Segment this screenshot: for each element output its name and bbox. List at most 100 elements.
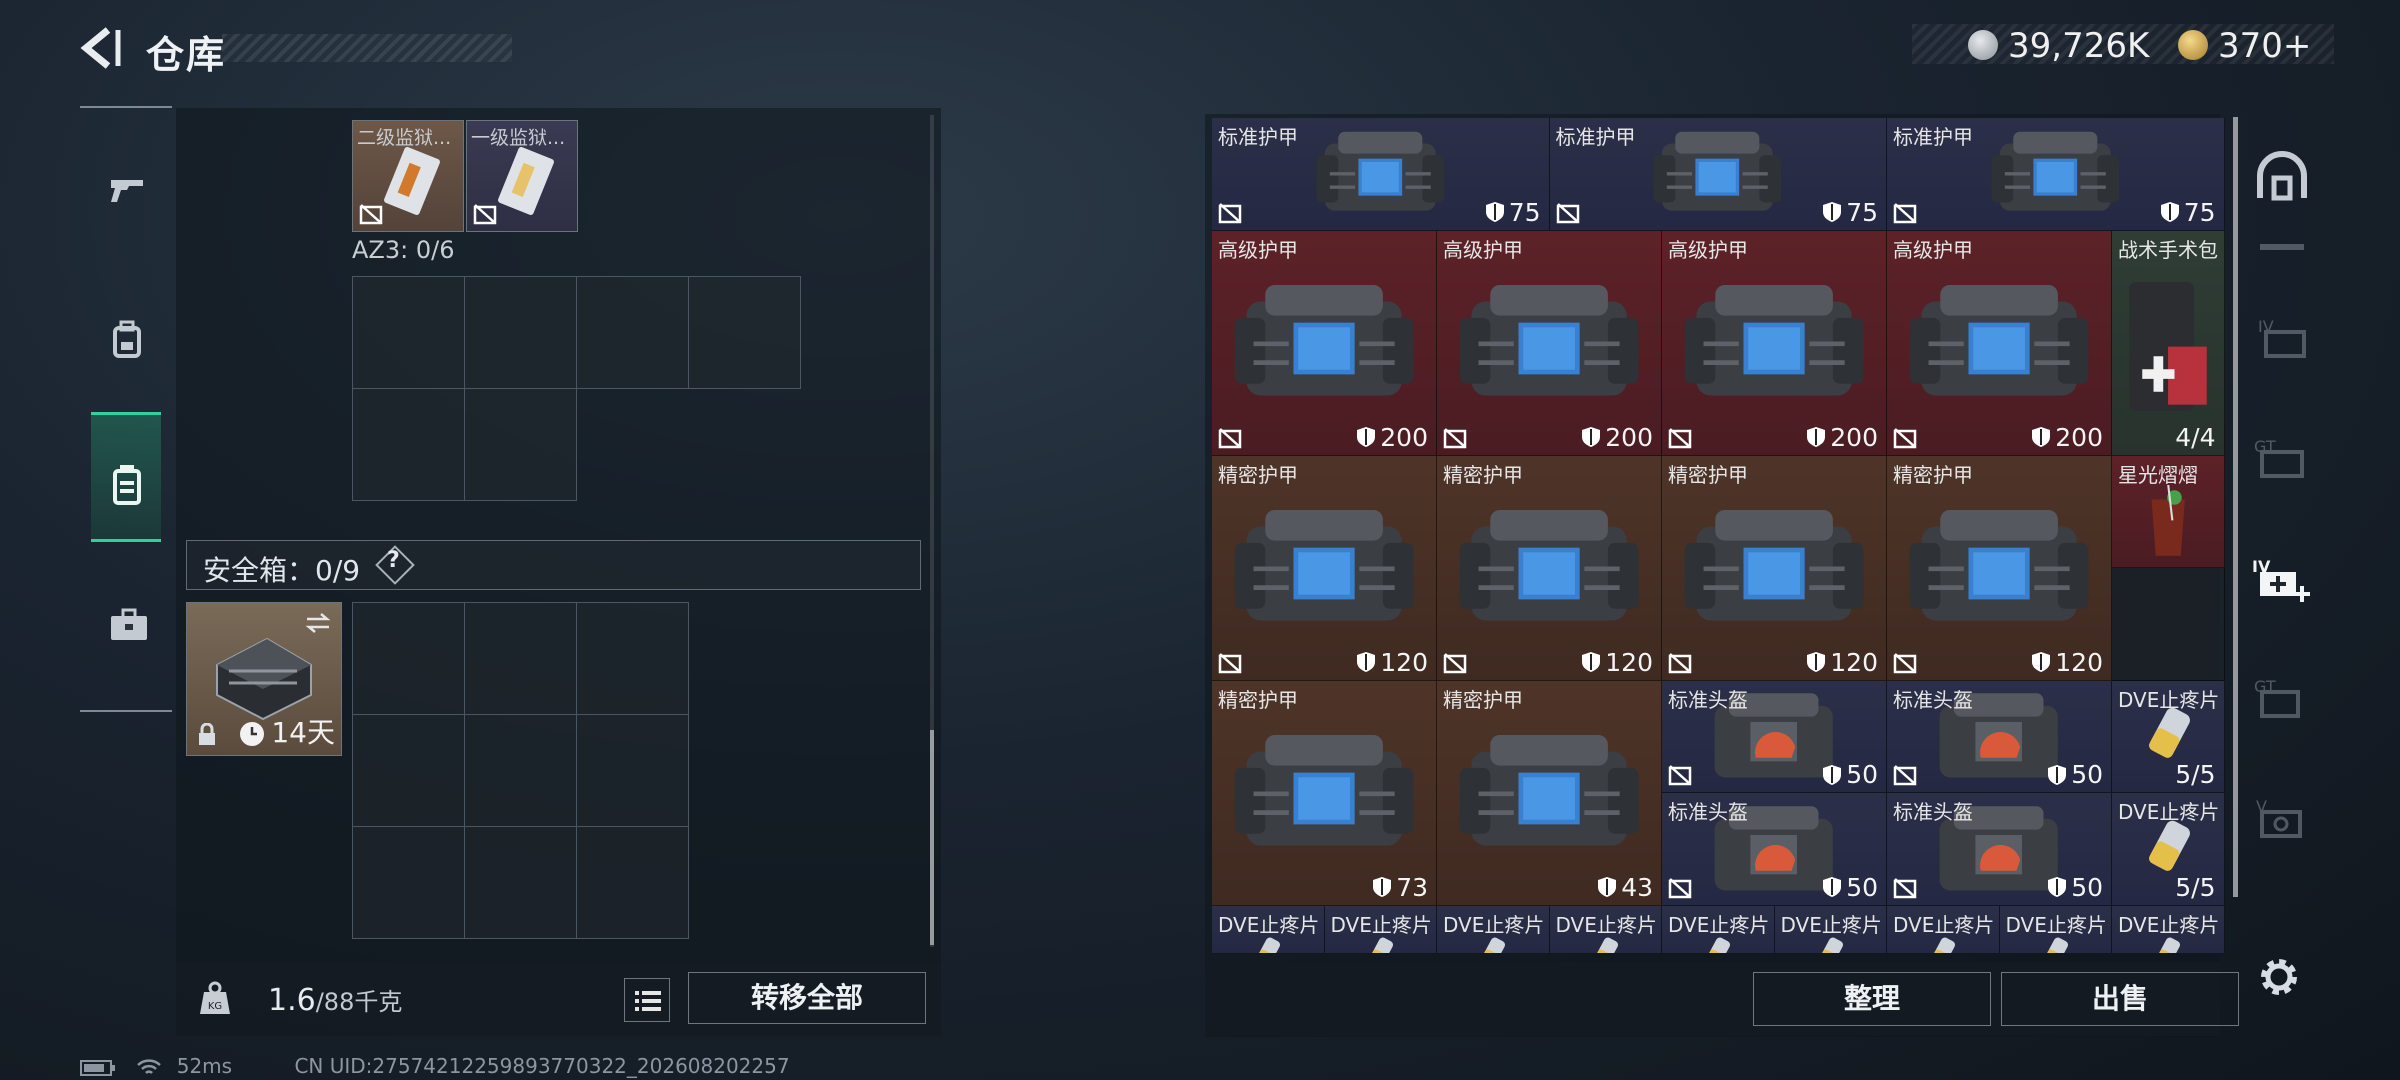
item-value: 75 <box>2160 198 2216 227</box>
item-name: 标准头盔 <box>1668 687 1748 712</box>
container-icon <box>113 465 141 505</box>
painkiller-item-slot[interactable]: DVE止疼片 <box>1887 905 2000 954</box>
list-view-button[interactable] <box>624 978 670 1022</box>
warehouse-tab-4[interactable]: GT <box>2244 428 2320 488</box>
painkiller-item-slot[interactable]: DVE止疼片 5/5 <box>2112 793 2225 906</box>
settings-button[interactable] <box>2256 954 2302 1000</box>
safebox-slot[interactable] <box>352 602 465 715</box>
item-value-text: 50 <box>1846 760 1878 789</box>
safebox-slot[interactable] <box>464 826 577 939</box>
durability-shield-icon <box>1807 652 1826 672</box>
swap-icon[interactable] <box>303 611 333 635</box>
armor-item-slot[interactable]: 高级护甲 200 <box>1437 230 1662 456</box>
painkiller-item-slot[interactable]: DVE止疼片 <box>1774 905 1887 954</box>
safebox-slot[interactable] <box>464 714 577 827</box>
armor-item-slot[interactable]: 标准护甲 75 <box>1212 118 1550 231</box>
sell-button[interactable]: 出售 <box>2001 972 2239 1026</box>
warehouse-tab-3[interactable]: IV <box>2244 308 2320 368</box>
armor-item-slot[interactable]: 标准护甲 75 <box>1887 118 2225 231</box>
inventory-item-card[interactable]: 一级监狱... <box>466 120 578 232</box>
painkiller-item-slot[interactable]: DVE止疼片 5/5 <box>2112 680 2225 793</box>
safebox-header: 安全箱：0/9 ? <box>186 540 921 590</box>
item-value: 120 <box>2031 648 2103 677</box>
container-slot[interactable] <box>576 276 689 389</box>
helmet-item-slot[interactable]: 标准头盔 50 <box>1662 680 1887 793</box>
armor-item-slot[interactable]: 精密护甲 73 <box>1212 680 1437 906</box>
item-name: 标准头盔 <box>1893 687 1973 712</box>
ping-text: 52ms <box>176 1054 233 1078</box>
armor-vest-icon <box>1316 131 1445 211</box>
briefcase-icon <box>111 608 147 640</box>
tab-equipment[interactable] <box>91 272 161 402</box>
helmet-item-slot[interactable]: 标准头盔 50 <box>1887 680 2112 793</box>
item-name: 标准护甲 <box>1218 125 1298 149</box>
safebox-slot[interactable] <box>576 714 689 827</box>
item-value: 75 <box>1822 198 1878 227</box>
item-value: 4/4 <box>2175 423 2215 452</box>
armor-item-slot[interactable]: 高级护甲 200 <box>1212 230 1437 456</box>
item-value-text: 200 <box>1380 422 1428 452</box>
back-button[interactable] <box>78 26 124 70</box>
no-insure-icon <box>1218 427 1242 448</box>
container-slot[interactable] <box>352 276 465 389</box>
warehouse-tab-6[interactable]: GT <box>2244 668 2320 728</box>
painkiller-item-slot[interactable]: DVE止疼片 <box>1437 905 1550 954</box>
safebox-slot[interactable] <box>352 826 465 939</box>
helmet-item-slot[interactable]: 标准头盔 50 <box>1887 793 2112 906</box>
armor-item-slot[interactable]: 高级护甲 200 <box>1662 230 1887 456</box>
armor-item-slot[interactable]: 精密护甲 120 <box>1437 455 1662 681</box>
warehouse-tab-5[interactable]: IV <box>2244 548 2320 608</box>
painkiller-item-slot[interactable]: DVE止疼片 <box>1212 905 1325 954</box>
dome-icon <box>2257 151 2307 201</box>
painkiller-item-slot[interactable]: DVE止疼片 <box>1999 905 2112 954</box>
item-name: 二级监狱... <box>357 127 452 149</box>
armor-item-slot[interactable]: 标准护甲 75 <box>1549 118 1887 231</box>
safebox-slot[interactable] <box>464 602 577 715</box>
armor-vest-icon <box>1234 284 1414 396</box>
currency-b-value[interactable]: 370+ <box>2218 26 2311 66</box>
container-slot[interactable] <box>688 276 801 389</box>
tab-containers[interactable] <box>91 412 161 542</box>
right-scrollbar-thumb[interactable] <box>2233 117 2238 897</box>
container-slot[interactable] <box>464 388 577 501</box>
safebox-item[interactable]: 14天 <box>186 602 342 756</box>
empty-slot[interactable] <box>2112 568 2225 681</box>
painkiller-item-slot[interactable]: DVE止疼片 <box>2112 905 2225 954</box>
tab-toolbox[interactable] <box>91 560 161 690</box>
warehouse-tab-7[interactable]: V <box>2244 788 2320 848</box>
consumable-item-slot[interactable]: 星光熠熠 <box>2112 455 2225 568</box>
armor-item-slot[interactable]: 高级护甲 200 <box>1887 230 2112 456</box>
armor-item-slot[interactable]: 精密护甲 120 <box>1662 455 1887 681</box>
help-icon: ? <box>387 548 400 573</box>
safebox-slot[interactable] <box>352 714 465 827</box>
painkiller-item-slot[interactable]: DVE止疼片 <box>1662 905 1775 954</box>
container-slot[interactable] <box>464 276 577 389</box>
armor-item-slot[interactable]: 精密护甲 43 <box>1437 680 1662 906</box>
painkiller-item-slot[interactable]: DVE止疼片 <box>1549 905 1662 954</box>
container-slot[interactable] <box>352 388 465 501</box>
no-insure-icon <box>1668 877 1692 898</box>
left-scrollbar-thumb[interactable] <box>930 730 934 945</box>
item-name: 标准头盔 <box>1668 800 1748 824</box>
inventory-item-card[interactable]: 二级监狱... <box>352 120 464 232</box>
safebox-slot[interactable] <box>576 602 689 715</box>
item-value-text: 200 <box>1605 422 1653 452</box>
wifi-icon <box>137 1058 162 1074</box>
transfer-all-button[interactable]: 转移全部 <box>688 972 926 1024</box>
item-name: DVE止疼片 <box>2118 800 2220 824</box>
armor-item-slot[interactable]: 精密护甲 120 <box>1212 455 1437 681</box>
durability-shield-icon <box>1823 202 1842 222</box>
medical-folder-icon: IV <box>2252 557 2310 602</box>
painkiller-icon <box>1931 937 1956 953</box>
helmet-item-slot[interactable]: 标准头盔 50 <box>1662 793 1887 906</box>
armor-item-slot[interactable]: 精密护甲 120 <box>1887 455 2112 681</box>
durability-shield-icon <box>2032 652 2051 672</box>
warehouse-tab-2[interactable] <box>2244 238 2320 298</box>
sort-button[interactable]: 整理 <box>1753 972 1991 1026</box>
painkiller-item-slot[interactable]: DVE止疼片 <box>1324 905 1437 954</box>
tab-weapons[interactable] <box>91 126 161 256</box>
safebox-slot[interactable] <box>576 826 689 939</box>
medkit-item-slot[interactable]: 战术手术包 4/4 <box>2112 230 2225 456</box>
armor-vest-icon <box>1909 509 2089 621</box>
warehouse-tab-1[interactable] <box>2244 148 2320 208</box>
